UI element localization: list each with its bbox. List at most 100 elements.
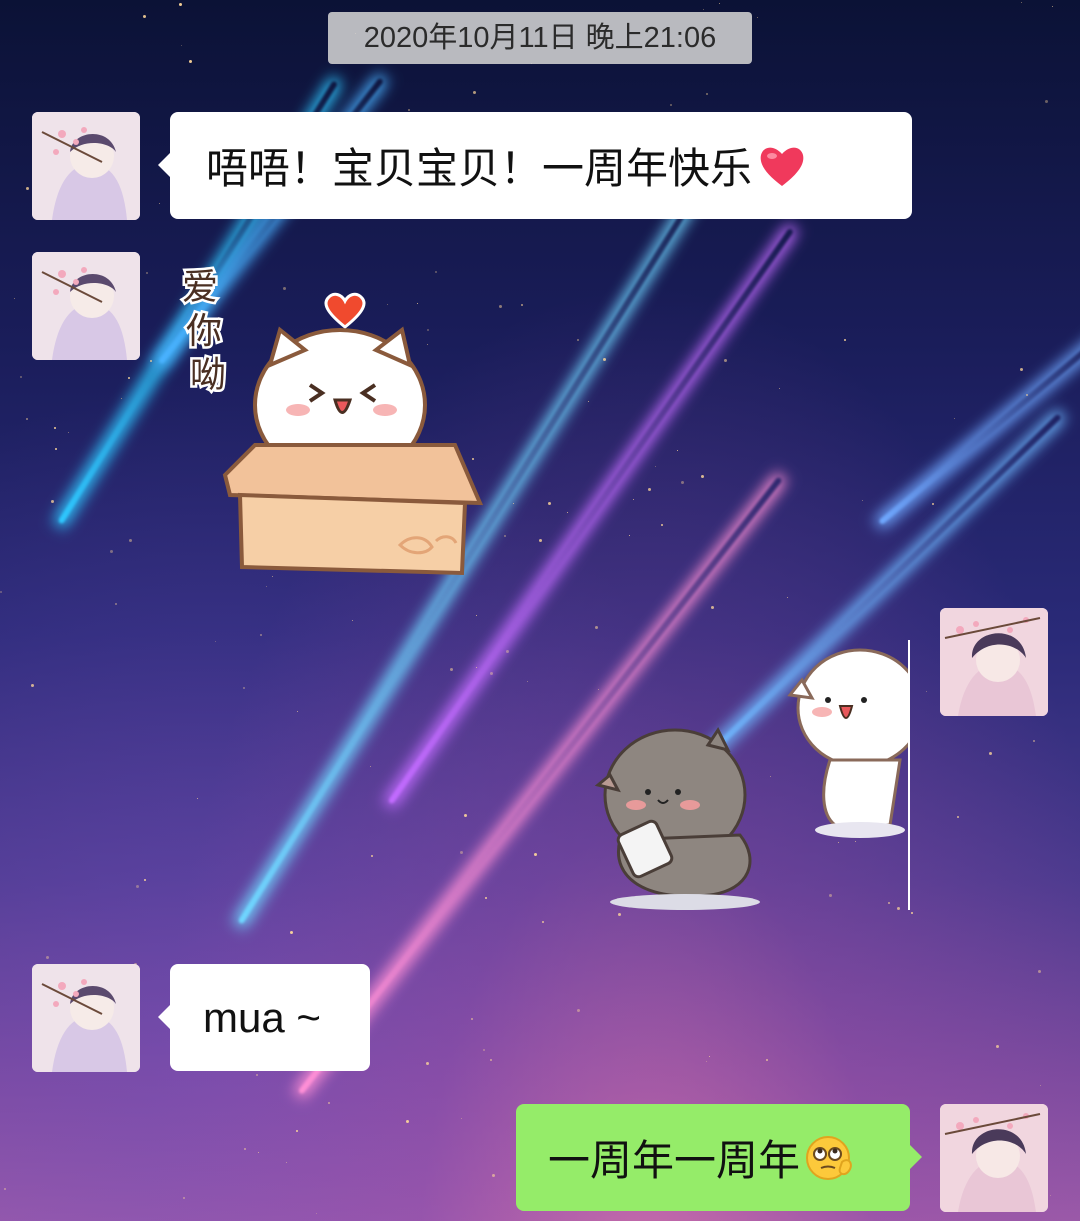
star-dot (183, 1197, 185, 1199)
star-dot (189, 60, 192, 63)
star-dot (476, 615, 477, 616)
star-dot (143, 15, 146, 18)
star-dot (136, 885, 139, 888)
star-dot (128, 377, 130, 379)
sticker-caption-char: 爱 (182, 267, 218, 308)
star-dot (490, 1059, 492, 1061)
star-dot (926, 691, 927, 692)
star-dot (0, 591, 2, 593)
star-dot (661, 524, 663, 526)
star-dot (1033, 740, 1035, 742)
star-dot (179, 3, 182, 6)
star-dot (1021, 2, 1022, 3)
star-dot (371, 855, 373, 857)
star-dot (146, 272, 148, 274)
star-dot (258, 1152, 259, 1153)
star-dot (706, 1061, 707, 1062)
star-dot (197, 798, 198, 799)
message-bubble[interactable]: mua ~ (158, 964, 370, 1071)
star-dot (476, 667, 477, 668)
star-dot (51, 500, 54, 503)
star-dot (215, 641, 216, 642)
star-dot (55, 448, 57, 450)
star-dot (483, 1049, 485, 1051)
star-dot (1040, 1085, 1041, 1086)
star-dot (711, 606, 714, 609)
star-dot (150, 360, 152, 362)
star-dot (243, 687, 245, 689)
star-dot (844, 339, 846, 341)
avatar[interactable] (32, 112, 140, 220)
star-dot (603, 358, 606, 361)
star-dot (54, 427, 56, 429)
chat-window: 2020年10月11日 晚上21:06 唔唔！宝贝宝贝！一周年快乐 爱 你 呦 … (0, 0, 1080, 1221)
star-dot (534, 853, 537, 856)
star-dot (328, 1102, 330, 1104)
cat-in-box-sticker[interactable]: 爱你呦 (170, 255, 490, 585)
star-dot (548, 502, 551, 505)
star-dot (932, 503, 934, 505)
star-dot (316, 1213, 317, 1214)
star-dot (485, 897, 487, 899)
star-dot (513, 503, 514, 504)
sticker-caption-char: 呦 (190, 355, 226, 396)
message-text: mua ~ (203, 993, 321, 1041)
star-dot (709, 1056, 710, 1057)
star-dot (256, 1074, 258, 1076)
star-dot (1045, 100, 1048, 103)
cats-with-phone-sticker[interactable] (590, 640, 924, 910)
star-dot (129, 539, 132, 542)
star-dot (286, 1162, 287, 1163)
star-dot (406, 1120, 409, 1123)
star-dot (144, 879, 146, 881)
star-dot (1052, 6, 1053, 7)
my-avatar[interactable] (940, 1104, 1048, 1212)
message-timestamp: 2020年10月11日 晚上21:06 (328, 12, 752, 64)
star-dot (724, 359, 727, 362)
star-dot (471, 1018, 473, 1020)
sticker-caption-char: 你 (186, 311, 222, 352)
star-dot (521, 304, 523, 306)
star-dot (766, 1059, 768, 1061)
star-dot (26, 187, 29, 190)
star-dot (989, 752, 992, 755)
star-dot (957, 816, 959, 818)
star-dot (862, 500, 863, 501)
star-dot (464, 814, 467, 817)
my-avatar[interactable] (940, 608, 1048, 716)
star-dot (352, 620, 353, 621)
star-dot (296, 1130, 298, 1132)
star-dot (588, 401, 589, 402)
star-dot (633, 499, 634, 500)
star-dot (115, 603, 117, 605)
star-dot (426, 1062, 429, 1065)
avatar[interactable] (32, 964, 140, 1072)
star-dot (46, 956, 49, 959)
star-dot (629, 535, 630, 536)
star-dot (266, 586, 267, 587)
star-dot (244, 1148, 246, 1150)
message-text: 一周年一周年 (548, 1136, 801, 1185)
message-bubble[interactable]: 一周年一周年 (516, 1104, 922, 1211)
star-dot (655, 466, 656, 467)
star-dot (719, 3, 720, 4)
star-dot (954, 418, 955, 419)
star-dot (648, 488, 651, 491)
star-dot (506, 650, 509, 653)
star-dot (504, 535, 506, 537)
star-dot (290, 931, 293, 934)
star-dot (1020, 368, 1023, 371)
star-dot (450, 668, 453, 671)
star-dot (297, 711, 298, 712)
star-dot (787, 597, 788, 598)
star-dot (701, 475, 704, 478)
red-heart-icon (760, 147, 804, 186)
star-dot (539, 539, 542, 542)
star-dot (159, 203, 160, 204)
star-dot (996, 1045, 999, 1048)
star-dot (618, 913, 621, 916)
star-dot (408, 109, 410, 111)
star-dot (110, 550, 113, 553)
avatar[interactable] (32, 252, 140, 360)
message-bubble[interactable]: 唔唔！宝贝宝贝！一周年快乐 (158, 112, 912, 219)
